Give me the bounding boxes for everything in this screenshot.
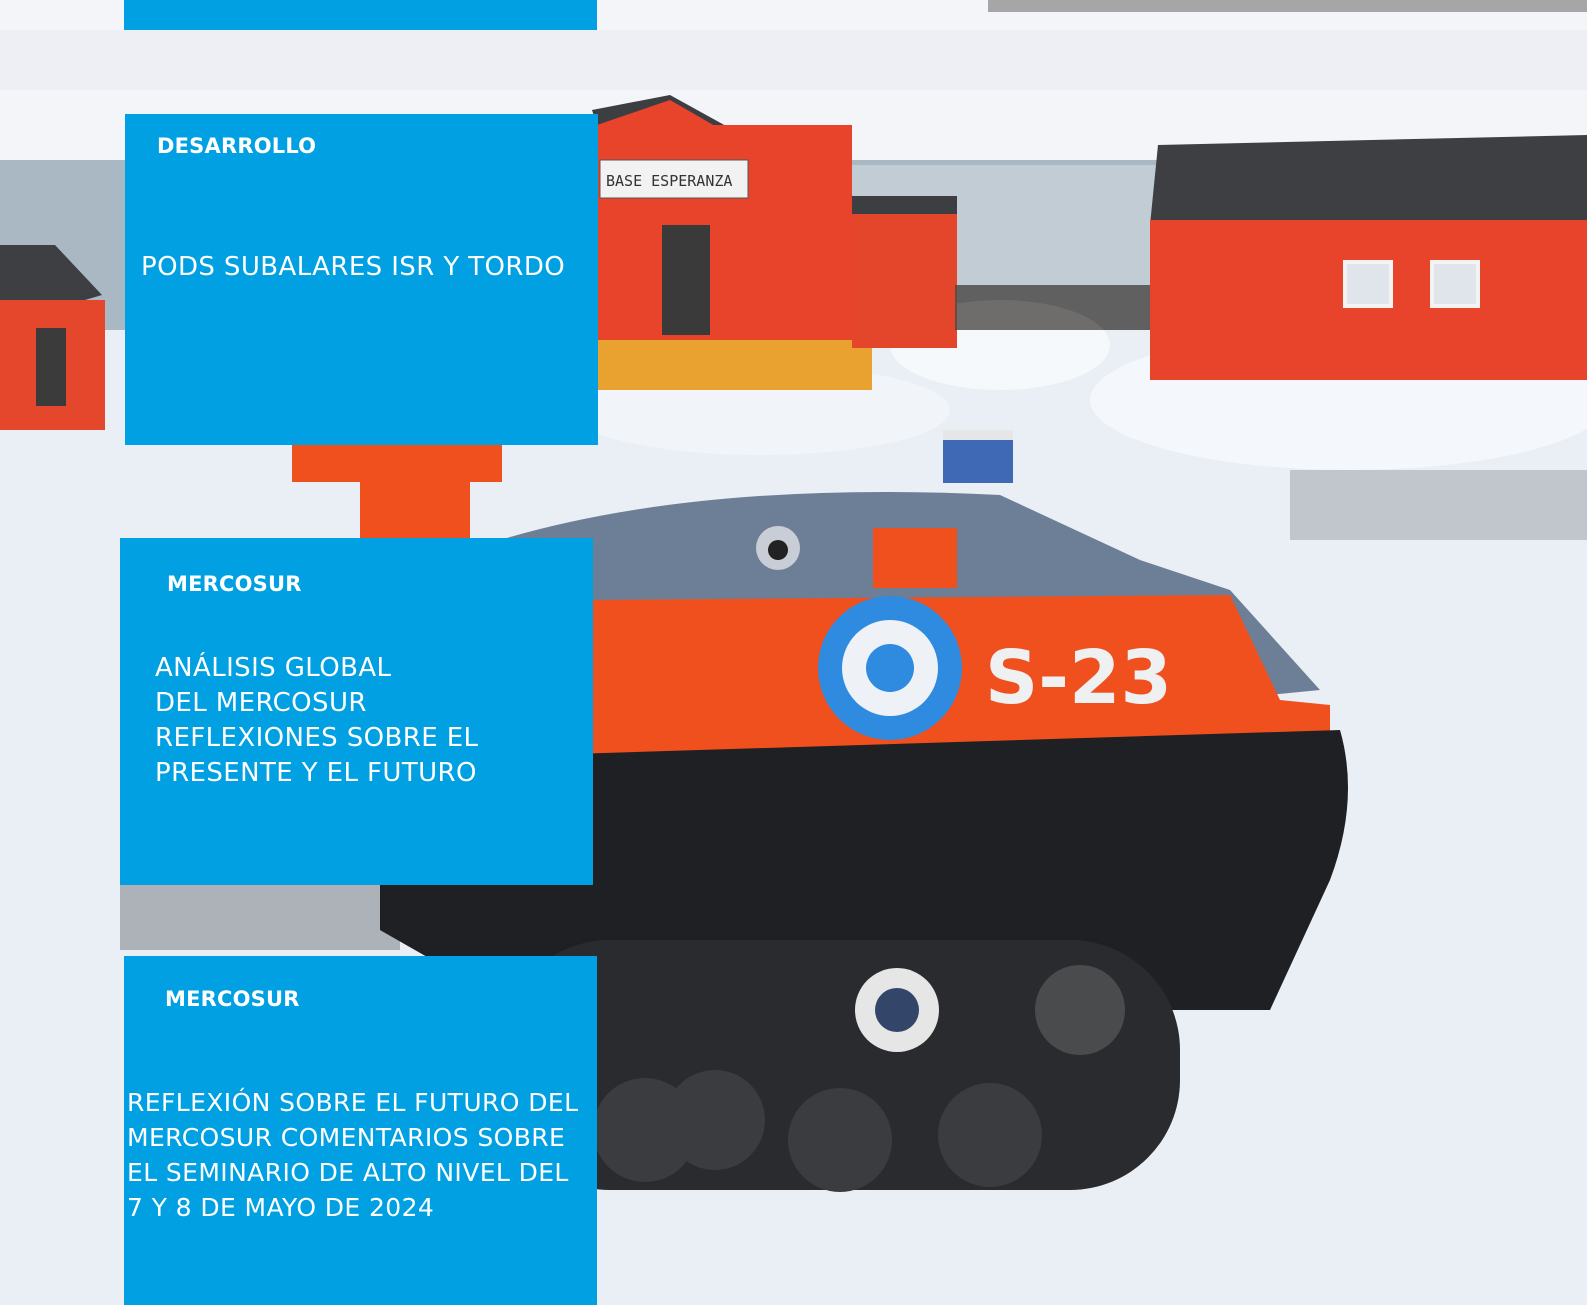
main-building-door (662, 225, 710, 335)
orange-post (292, 440, 502, 482)
annex-building (852, 198, 957, 348)
roundel-center (866, 644, 914, 692)
cloud-band (0, 30, 1587, 90)
vehicle-beacon-cap (943, 430, 1013, 440)
right-building-window (1343, 260, 1393, 308)
article-card[interactable]: MERCOSUR ANÁLISIS GLOBAL DEL MERCOSUR RE… (120, 538, 593, 885)
gravel-patch (120, 880, 400, 950)
top-gray-bar (988, 0, 1587, 12)
gravel-patch (1290, 470, 1587, 540)
article-title[interactable]: REFLEXIÓN SOBRE EL FUTURO DEL MERCOSUR C… (127, 1085, 578, 1225)
article-title[interactable]: ANÁLISIS GLOBAL DEL MERCOSUR REFLEXIONES… (155, 651, 478, 791)
article-card[interactable]: MERCOSUR REFLEXIÓN SOBRE EL FUTURO DEL M… (124, 956, 597, 1305)
orange-post-stem (360, 478, 470, 538)
vehicle-marking: S-23 (985, 635, 1172, 721)
left-building-door (36, 328, 66, 406)
article-category: DESARROLLO (157, 134, 317, 158)
right-building-roof (1150, 135, 1587, 225)
annex-roof (852, 196, 957, 214)
article-category: MERCOSUR (165, 987, 300, 1011)
jetty (955, 285, 1150, 330)
main-building-foundation (597, 340, 872, 390)
vehicle-wheel (788, 1088, 892, 1192)
article-card[interactable]: DESARROLLO PODS SUBALARES ISR Y TORDO (125, 114, 598, 445)
right-building-window (1430, 260, 1480, 308)
vehicle-wheel (665, 1070, 765, 1170)
vehicle-beacon (943, 435, 1013, 483)
vehicle-idler-hub (875, 988, 919, 1032)
main-building-sign-text: BASE ESPERANZA (606, 172, 732, 190)
vehicle-camera-lens (768, 540, 788, 560)
vehicle-wheel (938, 1083, 1042, 1187)
top-card-edge (124, 0, 597, 30)
article-title[interactable]: PODS SUBALARES ISR Y TORDO (141, 250, 565, 285)
article-category: MERCOSUR (167, 572, 302, 596)
vehicle-sensor-box (873, 528, 957, 588)
vehicle-wheel (1035, 965, 1125, 1055)
